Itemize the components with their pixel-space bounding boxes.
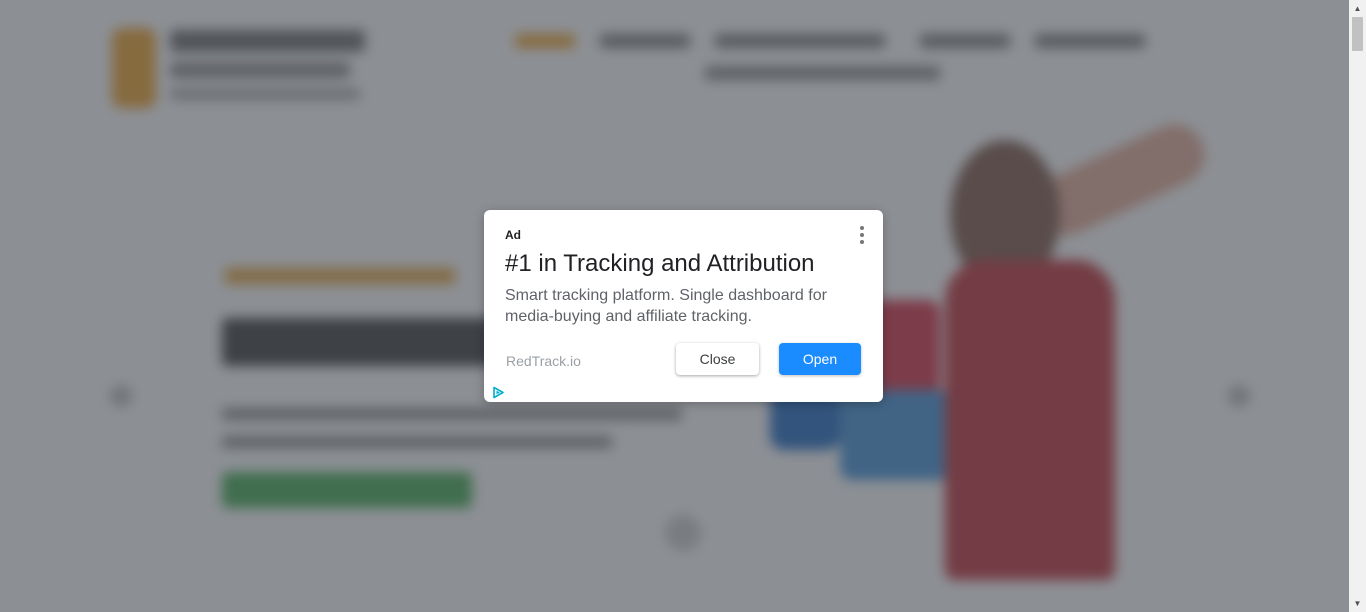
ad-label: Ad bbox=[505, 228, 521, 242]
ad-description: Smart tracking platform. Single dashboar… bbox=[505, 287, 827, 325]
ad-dialog: Ad #1 in Tracking and Attribution Smart … bbox=[484, 210, 883, 402]
scroll-down-arrow-icon[interactable]: ▼ bbox=[1349, 595, 1366, 612]
close-button[interactable]: Close bbox=[676, 343, 759, 375]
page-scrollbar[interactable]: ▲ ▼ bbox=[1349, 0, 1366, 612]
ad-headline[interactable]: #1 in Tracking and Attribution bbox=[505, 250, 815, 278]
scrollbar-thumb[interactable] bbox=[1352, 17, 1363, 51]
open-button[interactable]: Open bbox=[779, 343, 861, 375]
kebab-menu-icon[interactable] bbox=[856, 226, 868, 244]
scroll-up-arrow-icon[interactable]: ▲ bbox=[1349, 0, 1366, 17]
adchoices-icon[interactable] bbox=[492, 386, 505, 399]
ad-domain-link[interactable]: RedTrack.io bbox=[506, 353, 581, 369]
